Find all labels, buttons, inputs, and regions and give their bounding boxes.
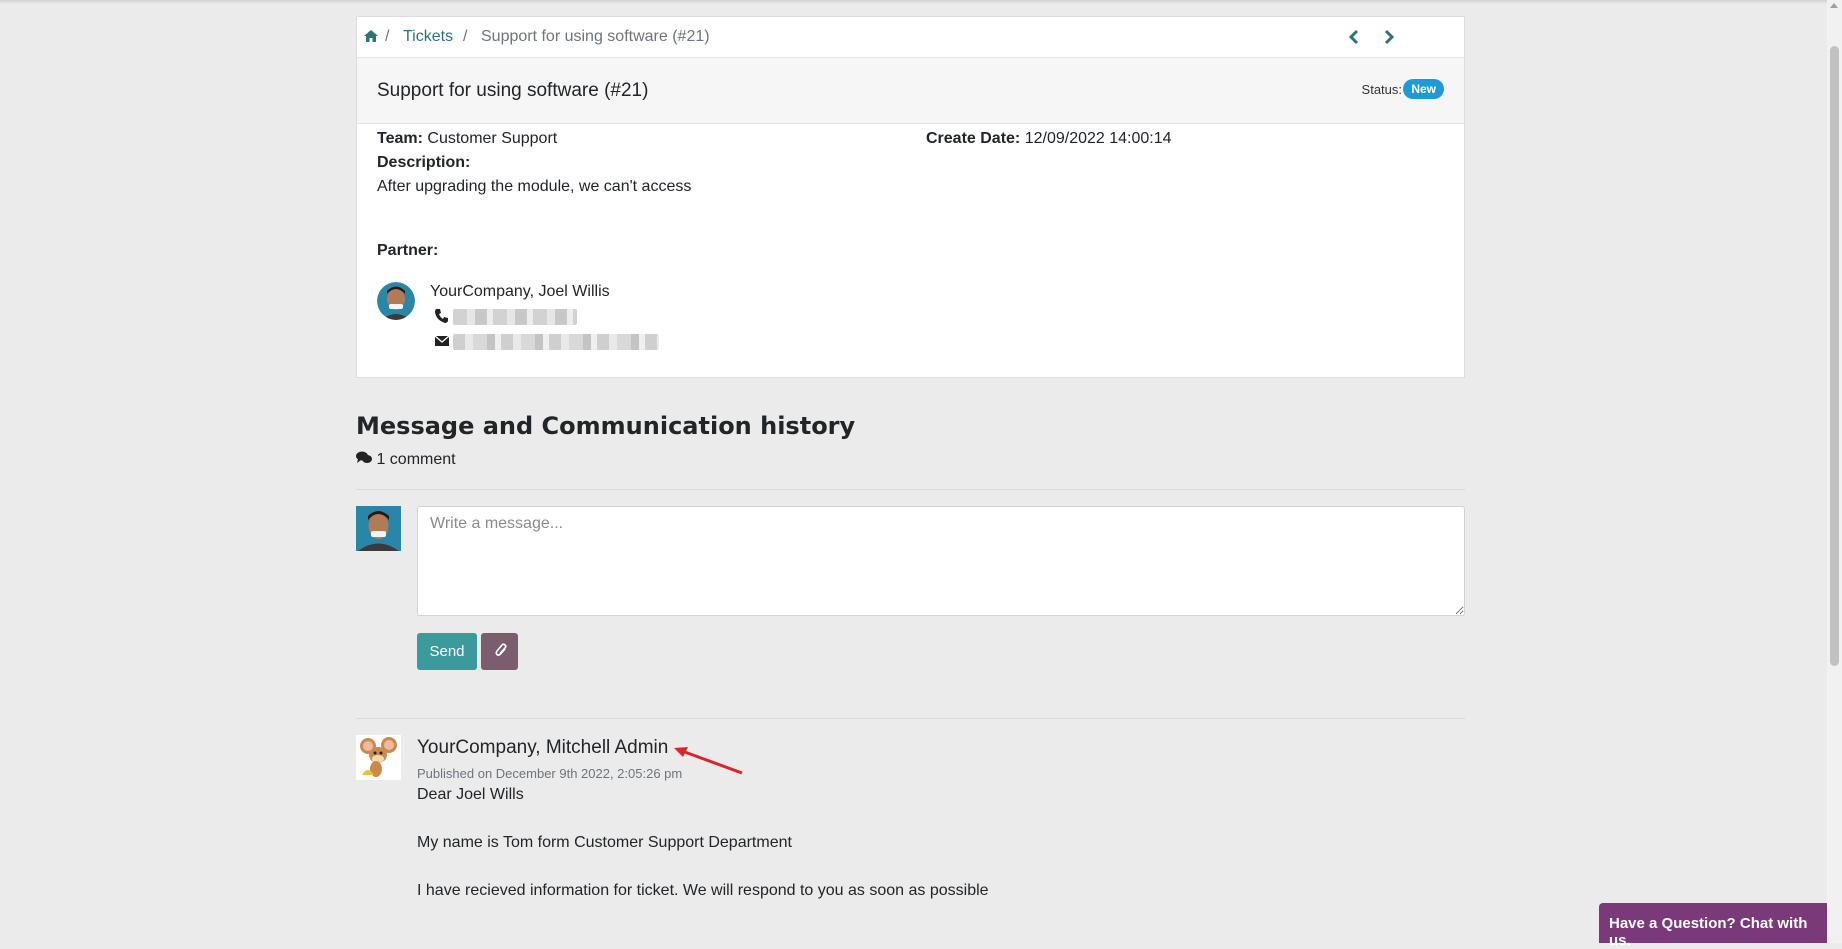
message-published: Published on December 9th 2022, 2:05:26 … bbox=[417, 766, 683, 781]
envelope-icon bbox=[434, 335, 450, 346]
email-blurred bbox=[453, 334, 659, 350]
create-date-field: Create Date: 12/09/2022 14:00:14 bbox=[926, 130, 1172, 148]
divider bbox=[356, 718, 1465, 719]
paperclip-icon bbox=[494, 643, 507, 656]
divider bbox=[356, 489, 1465, 490]
home-icon[interactable] bbox=[363, 28, 379, 44]
annotation-arrow bbox=[674, 747, 743, 775]
message-line: I have recieved information for ticket. … bbox=[417, 882, 989, 899]
message-line: My name is Tom form Customer Support Dep… bbox=[417, 834, 792, 851]
scroll-up-icon[interactable] bbox=[1830, 3, 1838, 8]
send-button[interactable]: Send bbox=[417, 633, 477, 670]
team-label: Team: bbox=[377, 130, 423, 147]
breadcrumb-separator: / bbox=[463, 28, 468, 45]
scrollbar-thumb[interactable] bbox=[1830, 46, 1839, 666]
ticket-title: Support for using software (#21) bbox=[377, 80, 649, 101]
message-line: Dear Joel Wills bbox=[417, 786, 524, 803]
attach-button[interactable] bbox=[481, 633, 518, 670]
message-author[interactable]: YourCompany, Mitchell Admin bbox=[417, 737, 668, 759]
breadcrumb: / Tickets / Support for using software (… bbox=[357, 17, 1464, 58]
ticket-card: / Tickets / Support for using software (… bbox=[356, 16, 1465, 378]
chevron-left-icon[interactable] bbox=[1344, 27, 1364, 47]
create-date-label: Create Date: bbox=[926, 130, 1021, 147]
create-date-value: 12/09/2022 14:00:14 bbox=[1024, 130, 1172, 147]
chevron-right-icon[interactable] bbox=[1379, 27, 1399, 47]
ticket-header: Support for using software (#21) Status:… bbox=[357, 58, 1464, 124]
comments-icon bbox=[356, 451, 372, 463]
phone-blurred bbox=[453, 309, 577, 325]
breadcrumb-current: Support for using software (#21) bbox=[481, 28, 710, 45]
message-input[interactable] bbox=[417, 506, 1465, 616]
team-value: Customer Support bbox=[427, 130, 558, 147]
scrollbar[interactable] bbox=[1827, 0, 1842, 943]
status-label: Status: bbox=[1361, 82, 1402, 97]
team-field: Team: Customer Support bbox=[377, 130, 557, 148]
comment-count: 1 comment bbox=[356, 451, 456, 469]
chat-button[interactable]: Have a Question? Chat with us. bbox=[1599, 903, 1830, 949]
description-label: Description: bbox=[377, 154, 471, 171]
top-shadow bbox=[0, 0, 1842, 4]
status-badge: New bbox=[1403, 79, 1444, 99]
author-avatar bbox=[356, 735, 401, 780]
phone-icon bbox=[435, 309, 448, 323]
partner-avatar bbox=[377, 282, 415, 320]
partner-label: Partner: bbox=[377, 242, 439, 259]
history-heading: Message and Communication history bbox=[356, 412, 856, 440]
partner-name: YourCompany, Joel Willis bbox=[430, 283, 610, 300]
description-text: After upgrading the module, we can't acc… bbox=[377, 178, 692, 195]
breadcrumb-tickets-link[interactable]: Tickets bbox=[403, 28, 453, 46]
breadcrumb-separator: / bbox=[385, 28, 390, 45]
user-avatar bbox=[356, 506, 401, 551]
